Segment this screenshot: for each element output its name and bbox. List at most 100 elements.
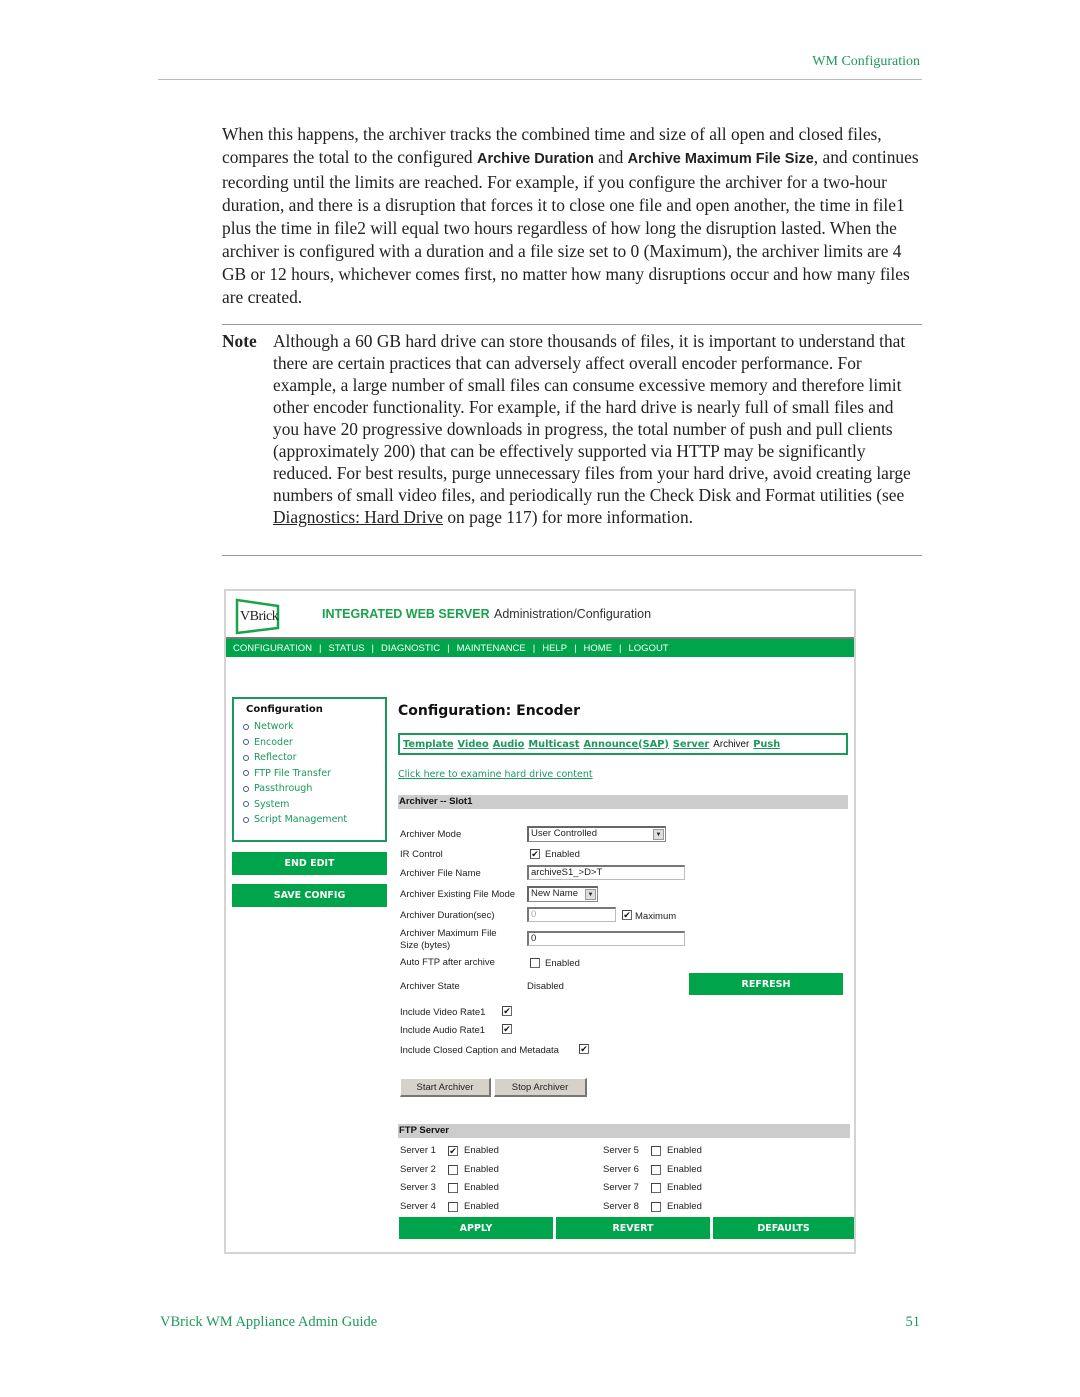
bullet-icon bbox=[243, 739, 249, 746]
sidebar-item-encoder[interactable]: Encoder bbox=[243, 735, 385, 751]
ftp-server-enabled-checkbox[interactable] bbox=[651, 1146, 661, 1156]
archiver-file-name-input[interactable]: archiveS1_>D>T bbox=[527, 865, 685, 880]
ftp-server-enabled-label: Enabled bbox=[667, 1145, 702, 1156]
archiver-duration-label: Archiver Duration(sec) bbox=[400, 910, 495, 921]
nav-home[interactable]: HOME bbox=[584, 643, 613, 654]
sidebar-item-passthrough[interactable]: Passthrough bbox=[243, 781, 385, 797]
nav-help[interactable]: HELP bbox=[542, 643, 567, 654]
subtab-template[interactable]: Template bbox=[403, 739, 454, 750]
note-label: Note bbox=[222, 331, 257, 351]
note-top-rule bbox=[222, 324, 922, 325]
ftp-server-label: Server 6 bbox=[603, 1163, 639, 1175]
ftp-server-enabled-label: Enabled bbox=[464, 1200, 499, 1212]
include-video-checkbox[interactable]: ✔ bbox=[502, 1006, 512, 1016]
note-block: Note Although a 60 GB hard drive can sto… bbox=[222, 330, 922, 528]
auto-ftp-label: Auto FTP after archive bbox=[400, 957, 495, 968]
nav-maintenance[interactable]: MAINTENANCE bbox=[457, 643, 526, 654]
subtab-audio[interactable]: Audio bbox=[493, 739, 525, 750]
archiver-mode-select[interactable]: User Controlled ▼ bbox=[527, 826, 666, 842]
max-file-size-label: Archiver Maximum File Size (bytes) bbox=[400, 928, 497, 951]
hard-drive-content-link[interactable]: Click here to examine hard drive content bbox=[398, 769, 593, 780]
vbrick-logo: VBrick bbox=[234, 597, 280, 635]
bullet-icon bbox=[243, 754, 249, 761]
ftp-server-label: Server 1 bbox=[400, 1145, 436, 1156]
web-server-screenshot: VBrick INTEGRATED WEB SERVER Administrat… bbox=[224, 589, 856, 1254]
ftp-server-enabled-label: Enabled bbox=[464, 1182, 499, 1193]
bullet-icon bbox=[243, 723, 249, 730]
subtab-video[interactable]: Video bbox=[458, 739, 489, 750]
running-header: WM Configuration bbox=[812, 54, 920, 69]
subtab-multicast[interactable]: Multicast bbox=[528, 739, 579, 750]
sidebar-item-system[interactable]: System bbox=[243, 797, 385, 813]
nav-status[interactable]: STATUS bbox=[328, 643, 364, 654]
max-file-size-input[interactable]: 0 bbox=[527, 931, 685, 946]
ftp-server-enabled-checkbox[interactable] bbox=[448, 1183, 458, 1193]
end-edit-button[interactable]: END EDIT bbox=[232, 852, 387, 875]
footer-title: VBrick WM Appliance Admin Guide bbox=[160, 1314, 378, 1330]
ftp-server-enabled-label: Enabled bbox=[464, 1163, 499, 1175]
archiver-duration-input[interactable]: 0 bbox=[527, 907, 616, 922]
ftp-server-label: Server 5 bbox=[603, 1145, 639, 1156]
product-subtitle: Administration/Configuration bbox=[494, 607, 652, 621]
nav-logout[interactable]: LOGOUT bbox=[629, 643, 669, 654]
include-audio-checkbox[interactable]: ✔ bbox=[502, 1024, 512, 1034]
archiver-state-value: Disabled bbox=[527, 981, 564, 992]
subtab-server[interactable]: Server bbox=[673, 739, 709, 750]
include-cc-label: Include Closed Caption and Metadata bbox=[400, 1045, 559, 1056]
stop-archiver-button[interactable]: Stop Archiver bbox=[494, 1078, 587, 1097]
nav-diagnostic[interactable]: DIAGNOSTIC bbox=[381, 643, 440, 654]
config-sidebar: Configuration Network Encoder Reflector … bbox=[232, 697, 387, 842]
dropdown-arrow-icon: ▼ bbox=[585, 889, 596, 900]
nav-configuration[interactable]: CONFIGURATION bbox=[233, 643, 312, 654]
ftp-server-enabled-label: Enabled bbox=[667, 1163, 702, 1175]
ftp-server-section-header: FTP Server bbox=[398, 1124, 850, 1138]
sidebar-item-reflector[interactable]: Reflector bbox=[243, 750, 385, 766]
ftp-server-enabled-checkbox[interactable] bbox=[448, 1164, 458, 1175]
archiver-mode-label: Archiver Mode bbox=[400, 829, 462, 840]
ftp-server-enabled-checkbox[interactable] bbox=[651, 1164, 661, 1175]
product-title: INTEGRATED WEB SERVER bbox=[322, 607, 490, 621]
ftp-server-enabled-label: Enabled bbox=[667, 1182, 702, 1193]
duration-maximum-label: Maximum bbox=[635, 911, 677, 922]
note-bottom-rule bbox=[222, 555, 922, 556]
include-video-label: Include Video Rate1 bbox=[400, 1007, 486, 1018]
ftp-server-enabled-checkbox[interactable]: ✔ bbox=[448, 1146, 458, 1156]
subtab-push[interactable]: Push bbox=[753, 739, 780, 750]
archiver-file-name-label: Archiver File Name bbox=[400, 868, 481, 879]
page-title: Configuration: Encoder bbox=[398, 703, 580, 719]
sidebar-item-script-management[interactable]: Script Management bbox=[243, 812, 385, 828]
header-rule bbox=[158, 79, 922, 80]
duration-maximum-checkbox[interactable]: ✔ bbox=[622, 910, 632, 920]
start-archiver-button[interactable]: Start Archiver bbox=[400, 1078, 491, 1097]
include-cc-checkbox[interactable]: ✔ bbox=[579, 1044, 589, 1054]
existing-file-mode-label: Archiver Existing File Mode bbox=[400, 889, 516, 900]
ftp-server-label: Server 3 bbox=[400, 1182, 436, 1193]
sidebar-title: Configuration bbox=[246, 704, 323, 715]
sidebar-item-network[interactable]: Network bbox=[243, 719, 385, 735]
ftp-server-label: Server 2 bbox=[400, 1163, 436, 1175]
ftp-server-enabled-checkbox[interactable] bbox=[651, 1183, 661, 1193]
ftp-server-label: Server 8 bbox=[603, 1200, 639, 1212]
auto-ftp-check-label: Enabled bbox=[545, 958, 580, 969]
top-nav: CONFIGURATION | STATUS | DIAGNOSTIC | MAINT… bbox=[226, 637, 854, 657]
apply-button[interactable]: APPLY bbox=[399, 1217, 553, 1239]
diagnostics-hard-drive-link[interactable]: Diagnostics: Hard Drive bbox=[273, 507, 443, 527]
note-text: Although a 60 GB hard drive can store th… bbox=[273, 331, 911, 527]
existing-file-mode-select[interactable]: New Name ▼ bbox=[527, 886, 598, 902]
ftp-server-label: Server 4 bbox=[400, 1200, 436, 1212]
auto-ftp-checkbox[interactable] bbox=[530, 958, 540, 968]
ftp-server-enabled-checkbox[interactable] bbox=[651, 1201, 661, 1212]
revert-button[interactable]: REVERT bbox=[556, 1217, 710, 1239]
ftp-server-enabled-label: Enabled bbox=[464, 1145, 499, 1156]
sidebar-item-ftp-file-transfer[interactable]: FTP File Transfer bbox=[243, 766, 385, 782]
page-number: 51 bbox=[905, 1314, 921, 1330]
ftp-server-enabled-checkbox[interactable] bbox=[448, 1201, 458, 1212]
save-config-button[interactable]: SAVE CONFIG bbox=[232, 884, 387, 907]
bullet-icon bbox=[243, 770, 249, 777]
ir-control-checkbox[interactable]: ✔ bbox=[530, 849, 540, 859]
refresh-button[interactable]: REFRESH bbox=[689, 973, 843, 995]
subtab-announce-sap[interactable]: Announce(SAP) bbox=[583, 739, 668, 750]
encoder-subtabs: Template Video Audio Multicast Announce(… bbox=[398, 733, 848, 755]
include-audio-label: Include Audio Rate1 bbox=[400, 1025, 486, 1036]
defaults-button[interactable]: DEFAULTS bbox=[713, 1217, 854, 1239]
